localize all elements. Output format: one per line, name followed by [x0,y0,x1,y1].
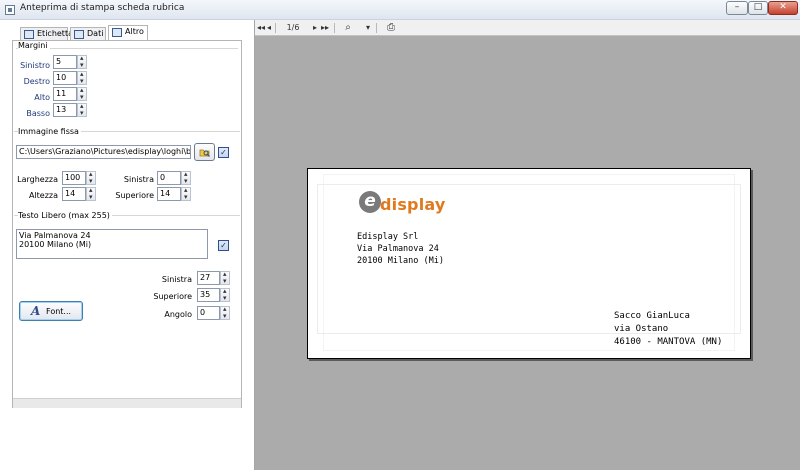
basso-margin-input[interactable]: 13 [53,103,77,117]
preview-toolbar: ◂◂ ◂ 1/6 ▸ ▸▸ ⌕ ▾ ⎙ [255,20,800,36]
alto-label: Alto [34,93,50,102]
image-sinistra-spinner[interactable] [181,170,191,185]
sender-line-2: Via Palmanova 24 [357,244,439,254]
free-text-enabled-checkbox[interactable]: ✓ [218,240,229,251]
recipient-line-1: Sacco GianLuca [614,311,690,321]
destro-margin-input[interactable]: 10 [53,71,77,85]
logo-e-mark: e [359,191,381,213]
text-superiore-label: Superiore [153,292,192,301]
angolo-input[interactable]: 0 [197,306,220,320]
recipient-line-2: via Ostano [614,324,669,334]
image-superiore-spinner[interactable] [181,186,191,201]
title-bar: Anteprima di stampa scheda rubrica – □ ✕ [0,0,800,20]
tab-etichetta[interactable]: Etichetta [20,27,73,41]
sinistro-margin-spinner[interactable] [77,54,87,69]
angolo-label: Angolo [164,310,192,319]
image-path-field[interactable]: C:\Users\Graziano\Pictures\edisplay\logh… [16,145,191,159]
testo-group-title: Testo Libero (max 255) [18,211,112,220]
table-icon [112,28,122,37]
text-sinistra-label: Sinistra [161,275,192,284]
margini-group-title: Margini [18,41,50,50]
toolbar-separator [334,23,335,33]
toolbar-separator [376,23,377,33]
tab-dati-label: Dati [87,29,104,38]
zoom-icon[interactable]: ⌕ [342,22,354,34]
destro-label: Destro [23,77,50,86]
sender-line-3: 20100 Milano (Mi) [357,256,444,266]
print-icon[interactable]: ⎙ [384,22,398,34]
label-icon [24,30,34,39]
image-enabled-checkbox[interactable]: ✓ [218,147,229,158]
browse-image-button[interactable] [194,143,215,161]
tab-etichetta-label: Etichetta [37,29,73,38]
logo-wordmark: display [380,195,446,214]
font-button-label: Font... [46,307,72,316]
larghezza-input[interactable]: 100 [62,171,86,185]
last-page-button[interactable]: ▸▸ [319,22,331,34]
altezza-spinner[interactable] [86,186,96,201]
image-sinistra-label: Sinistra [123,175,154,184]
text-sinistra-input[interactable]: 27 [197,271,220,285]
page-indicator: 1/6 [286,23,300,32]
data-icon [74,30,84,39]
font-icon: A [31,304,41,318]
basso-label: Basso [26,109,50,118]
maximize-button[interactable]: □ [748,1,768,15]
altezza-label: Altezza [28,191,58,200]
sinistro-label: Sinistro [20,61,50,70]
folder-search-icon [199,149,210,157]
alto-margin-spinner[interactable] [77,86,87,101]
next-page-button[interactable]: ▸ [311,22,319,34]
altezza-input[interactable]: 14 [62,187,86,201]
close-button[interactable]: ✕ [768,1,798,15]
sender-line-1: Edisplay Srl [357,232,419,242]
alto-margin-input[interactable]: 11 [53,87,77,101]
text-sinistra-spinner[interactable] [220,270,230,285]
window-title: Anteprima di stampa scheda rubrica [20,3,185,13]
free-text-line-1: Via Palmanova 24 [19,231,91,240]
zoom-dropdown-button[interactable]: ▾ [363,22,373,34]
immagine-group-title: Immagine fissa [18,127,81,136]
sender-address: Edisplay Srl Via Palmanova 24 20100 Mila… [357,231,444,267]
free-text-line-2: 20100 Milano (Mi) [19,240,92,249]
recipient-address: Sacco GianLuca via Ostano 46100 - MANTOV… [614,310,722,349]
previous-page-button[interactable]: ◂ [265,22,273,34]
text-superiore-spinner[interactable] [220,287,230,302]
tab-altro-label: Altro [125,27,144,36]
tab-content-footer [13,398,241,408]
minimize-button[interactable]: – [726,1,748,15]
image-sinistra-input[interactable]: 0 [157,171,181,185]
recipient-line-3: 46100 - MANTOVA (MN) [614,337,723,347]
larghezza-spinner[interactable] [86,170,96,185]
envelope-preview-page: e display Edisplay Srl Via Palmanova 24 … [307,168,751,359]
sinistro-margin-input[interactable]: 5 [53,55,77,69]
free-text-area[interactable]: Via Palmanova 24 20100 Milano (Mi) [16,229,208,259]
tab-altro[interactable]: Altro [108,25,148,41]
app-icon [5,5,15,15]
larghezza-label: Larghezza [17,175,58,184]
image-superiore-input[interactable]: 14 [157,187,181,201]
tab-dati[interactable]: Dati [70,27,106,41]
text-superiore-input[interactable]: 35 [197,288,220,302]
destro-margin-spinner[interactable] [77,70,87,85]
toolbar-separator [275,23,276,33]
basso-margin-spinner[interactable] [77,102,87,117]
image-superiore-label: Superiore [115,191,154,200]
angolo-spinner[interactable] [220,305,230,320]
font-button[interactable]: A Font... [19,301,83,321]
